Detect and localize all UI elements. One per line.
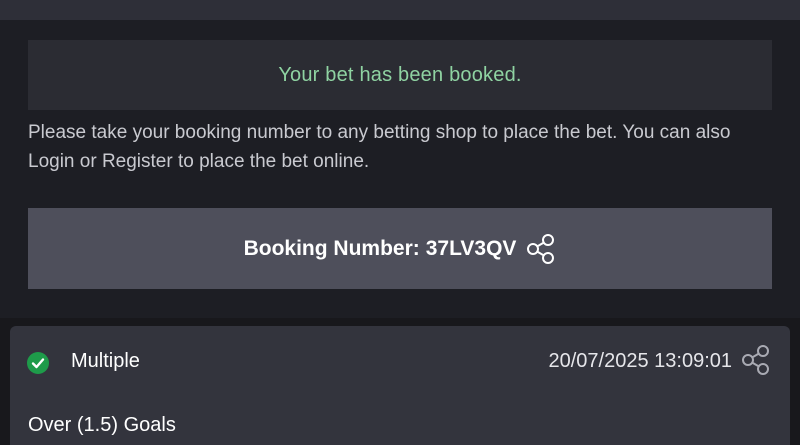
check-circle-icon — [27, 352, 49, 374]
success-banner: Your bet has been booked. — [28, 40, 772, 110]
booking-confirmation-panel: Your bet has been booked. Please take yo… — [0, 20, 800, 318]
bet-datetime: 20/07/2025 13:09:01 — [548, 350, 732, 372]
booking-number-label: Booking Number: — [243, 236, 420, 260]
bet-booking-page: Your bet has been booked. Please take yo… — [0, 0, 800, 445]
bet-selection: Over (1.5) Goals — [28, 414, 176, 436]
share-icon[interactable] — [526, 232, 556, 266]
share-icon[interactable] — [740, 343, 772, 377]
booking-instructions: Please take your booking number to any b… — [28, 122, 731, 172]
bet-card: Multiple 20/07/2025 13:09:01 Over (1.5) … — [10, 326, 790, 445]
booking-code: 37LV3QV — [425, 236, 517, 260]
booking-number-button[interactable]: Booking Number: 37LV3QV — [28, 208, 772, 289]
bet-type: Multiple — [71, 350, 140, 372]
success-message: Your bet has been booked. — [278, 63, 522, 86]
top-bar — [0, 0, 800, 20]
